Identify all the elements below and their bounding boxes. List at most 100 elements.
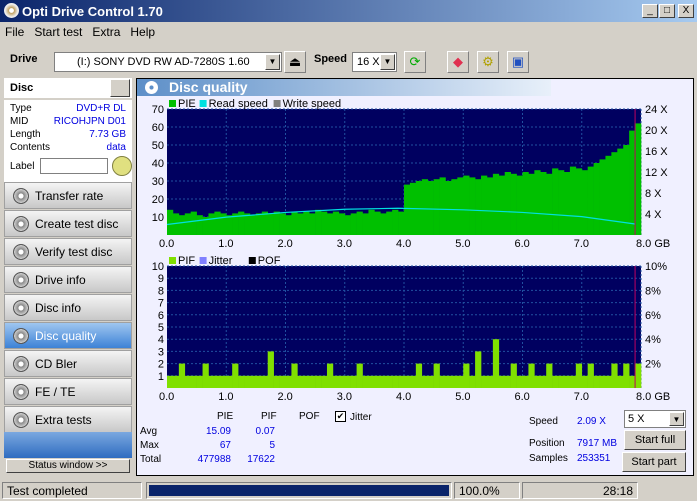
disc-label-icon[interactable] — [112, 156, 132, 176]
pif-bar — [611, 363, 618, 388]
maximize-button[interactable]: □ — [659, 4, 675, 18]
chevron-down-icon[interactable]: ▼ — [669, 412, 684, 426]
sidebar-item-verify-test-disc[interactable]: Verify test disc — [4, 238, 132, 265]
pif-bar — [439, 375, 446, 388]
start-full-button[interactable]: Start full — [624, 430, 686, 450]
pif-bar — [481, 375, 488, 388]
sidebar-item-label: CD Bler — [35, 357, 78, 371]
info-value: RICOHJPN D01 — [53, 116, 126, 127]
y2-tick-label: 16 X — [645, 146, 668, 158]
sidebar-item-drive-info[interactable]: Drive info — [4, 266, 132, 293]
pif-bar — [421, 375, 428, 388]
stat-pie: 67 — [219, 440, 231, 451]
sidebar-item-extra-tests[interactable]: Extra tests — [4, 406, 132, 433]
pie-bar — [492, 173, 500, 235]
erase-icon[interactable]: ◆ — [447, 51, 469, 73]
stat-pie: 15.09 — [205, 426, 231, 437]
speed-select[interactable]: 16 X ▼ — [352, 52, 397, 72]
chevron-down-icon[interactable]: ▼ — [380, 54, 395, 70]
pif-bar — [362, 375, 369, 388]
pie-bar — [273, 211, 280, 235]
pie-bar — [569, 166, 577, 235]
samples-label: Samples — [529, 453, 568, 464]
label-input[interactable] — [40, 158, 108, 174]
refresh-icon[interactable]: ⟳ — [404, 51, 426, 73]
pie-bar — [356, 211, 363, 235]
legend-swatch — [169, 100, 176, 107]
pie-bar — [244, 213, 251, 235]
disc-icon — [13, 356, 29, 372]
sidebar-item-transfer-rate[interactable]: Transfer rate — [4, 182, 132, 209]
drive-select[interactable]: (I:) SONY DVD RW AD-7280S 1.60 ▼ — [54, 52, 282, 72]
pif-bar — [273, 375, 280, 388]
sidebar-item-cd-bler[interactable]: CD Bler — [4, 350, 132, 377]
x-tick-label: 1.0 — [218, 391, 233, 403]
disc-toggle-button[interactable] — [110, 79, 130, 97]
info-value: DVD+R DL — [76, 103, 126, 114]
pie-bar — [398, 211, 405, 235]
pif-bar — [172, 375, 180, 388]
menu-extra[interactable]: Extra — [87, 22, 125, 42]
pif-bar — [291, 363, 298, 388]
save-icon[interactable]: ▣ — [507, 51, 529, 73]
sidebar-item-create-test-disc[interactable]: Create test disc — [4, 210, 132, 237]
status-text: Test completed — [2, 482, 142, 499]
pif-bar — [309, 375, 316, 388]
pie-bar — [575, 168, 583, 235]
eject-icon[interactable]: ⏏ — [284, 51, 306, 73]
x-tick-label: 0.0 — [159, 391, 174, 403]
pif-bar — [516, 375, 523, 388]
progress-text: 100.0% — [454, 482, 520, 499]
status-window-button[interactable]: Status window >> — [6, 459, 130, 473]
start-part-button[interactable]: Start part — [622, 452, 686, 472]
pif-bar — [463, 363, 470, 388]
legend-label: Write speed — [283, 98, 342, 110]
pif-bar — [498, 375, 506, 388]
y2-tick-label: 6% — [645, 310, 661, 322]
minimize-button[interactable]: _ — [642, 4, 658, 18]
pif-bar — [368, 375, 375, 388]
y2-tick-label: 4 X — [645, 209, 662, 221]
menu-start-test[interactable]: Start test — [29, 22, 87, 42]
col-pif: PIF — [261, 411, 277, 422]
stat-row-label: Max — [140, 440, 159, 451]
y-tick-label: 6 — [158, 310, 164, 322]
pif-bar — [569, 375, 577, 388]
info-value: data — [106, 142, 126, 153]
menu-file[interactable]: File — [0, 22, 29, 42]
pie-bar — [510, 173, 517, 235]
y-tick-label: 4 — [158, 334, 164, 346]
x-tick-label: 3.0 — [337, 391, 352, 403]
test-speed-select[interactable]: 5 X ▼ — [624, 410, 686, 428]
legend-label: POF — [258, 255, 281, 267]
jitter-checkbox[interactable]: ✔ — [335, 411, 346, 422]
pif-bar — [605, 375, 612, 388]
pie-bar — [581, 170, 588, 235]
sidebar-item-disc-quality[interactable]: Disc quality — [4, 322, 132, 349]
x-tick-label: 5.0 — [455, 391, 470, 403]
pie-bar — [196, 215, 203, 235]
x-tick-label: 6.0 — [515, 238, 530, 250]
sidebar-item-fe-te[interactable]: FE / TE — [4, 378, 132, 405]
title-bar: Opti Drive Control 1.70 — [0, 0, 697, 22]
y2-tick-label: 20 X — [645, 125, 668, 137]
x-tick-label: 8.0 GB — [636, 238, 670, 250]
chevron-down-icon[interactable]: ▼ — [265, 54, 280, 70]
settings-icon[interactable]: ⚙ — [477, 51, 499, 73]
sidebar-item-label: Verify test disc — [35, 245, 113, 259]
jitter-label: Jitter — [350, 412, 372, 423]
close-button[interactable]: X — [678, 4, 694, 18]
pif-bar — [409, 375, 417, 388]
pif-bar — [338, 375, 346, 388]
x-tick-label: 2.0 — [278, 391, 293, 403]
pie-bar — [380, 213, 387, 235]
sidebar-item-disc-info[interactable]: Disc info — [4, 294, 132, 321]
stat-pif: 0.07 — [255, 426, 275, 437]
speed-label: Speed — [314, 53, 348, 65]
info-key: MID — [10, 116, 29, 127]
menu-help[interactable]: Help — [125, 22, 160, 42]
pie-bar — [486, 177, 494, 235]
disc-header-label: Disc — [10, 82, 34, 94]
drive-value: (I:) SONY DVD RW AD-7280S 1.60 — [77, 56, 250, 68]
disc-icon — [13, 384, 29, 400]
